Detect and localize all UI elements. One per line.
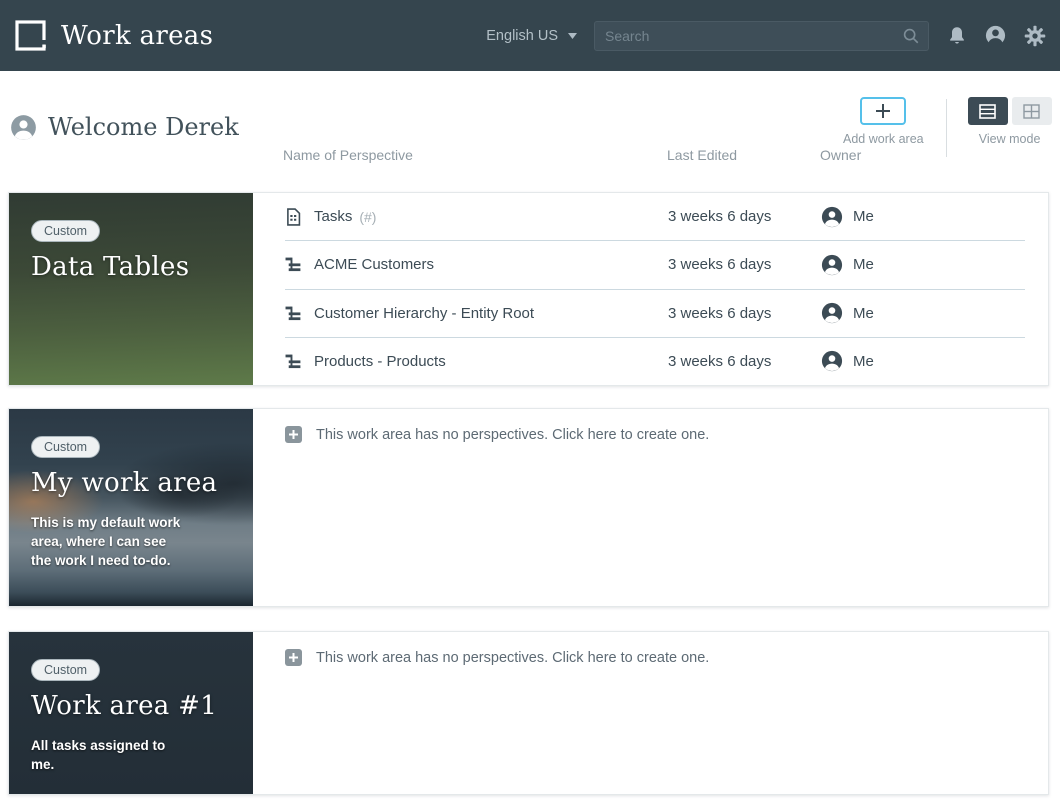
hierarchy-icon [285, 305, 302, 322]
welcome-heading: Welcome Derek [10, 113, 239, 141]
owner-avatar-icon [821, 206, 843, 228]
list-view-icon [979, 104, 996, 119]
column-header-last-edited: Last Edited [667, 147, 737, 163]
perspective-last-edited: 3 weeks 6 days [668, 305, 821, 322]
view-mode-list-button[interactable] [968, 97, 1008, 125]
hierarchy-icon [285, 256, 302, 273]
hierarchy-icon [285, 353, 302, 370]
settings-gear-icon[interactable] [1024, 25, 1046, 47]
perspective-name: Tasks [314, 208, 352, 225]
create-perspective-row[interactable]: This work area has no perspectives. Clic… [285, 649, 709, 666]
empty-message: This work area has no perspectives. Clic… [316, 427, 709, 443]
app-header: Work areas English US [0, 0, 1060, 71]
perspective-row-products[interactable]: Products - Products 3 weeks 6 days Me [285, 337, 1025, 385]
perspective-row-acme-customers[interactable]: ACME Customers 3 weeks 6 days Me [285, 240, 1025, 288]
work-area-title: Work area #1 [31, 691, 233, 721]
toolbar: Add work area View mode [843, 97, 1052, 157]
search-input[interactable] [595, 28, 902, 44]
search-icon [902, 27, 920, 45]
owner-avatar-icon [821, 254, 843, 276]
work-area-description: This is my default work area, where I ca… [31, 514, 187, 571]
perspective-owner: Me [853, 208, 874, 225]
plus-icon [285, 426, 302, 443]
work-area-panel: Custom My work area This is my default w… [8, 408, 1049, 607]
perspective-suffix: (#) [359, 209, 376, 225]
perspective-owner: Me [853, 353, 874, 370]
add-work-area-button[interactable] [860, 97, 906, 125]
perspective-name: ACME Customers [314, 256, 434, 273]
notifications-bell-icon[interactable] [947, 25, 967, 47]
perspective-rows: This work area has no perspectives. Clic… [253, 632, 1048, 794]
view-mode-label: View mode [979, 132, 1041, 146]
perspective-owner: Me [853, 305, 874, 322]
perspective-name: Products - Products [314, 353, 446, 370]
user-avatar-icon [10, 114, 37, 141]
add-work-area-label: Add work area [843, 132, 924, 146]
work-area-title: My work area [31, 468, 233, 498]
owner-avatar-icon [821, 302, 843, 324]
grid-view-icon [1023, 104, 1040, 119]
work-area-panel: Custom Work area #1 All tasks assigned t… [8, 631, 1049, 795]
plus-icon [874, 102, 892, 120]
empty-message: This work area has no perspectives. Clic… [316, 650, 709, 666]
language-label: English US [486, 28, 558, 44]
perspective-row-customer-hierarchy[interactable]: Customer Hierarchy - Entity Root 3 weeks… [285, 289, 1025, 337]
plus-icon [285, 649, 302, 666]
work-area-card-my-work-area[interactable]: Custom My work area This is my default w… [9, 409, 253, 606]
perspective-row-tasks[interactable]: Tasks (#) 3 weeks 6 days Me [285, 193, 1025, 240]
work-area-title: Data Tables [31, 252, 233, 282]
perspective-owner: Me [853, 256, 874, 273]
search-box [594, 21, 929, 51]
account-icon[interactable] [984, 24, 1007, 47]
language-selector[interactable]: English US [486, 28, 577, 44]
column-header-owner: Owner [820, 147, 861, 163]
owner-avatar-icon [821, 350, 843, 372]
app-logo-icon [14, 19, 48, 53]
custom-badge: Custom [31, 436, 100, 458]
view-mode-grid-button[interactable] [1012, 97, 1052, 125]
work-area-card-work-area-1[interactable]: Custom Work area #1 All tasks assigned t… [9, 632, 253, 794]
perspective-name: Customer Hierarchy - Entity Root [314, 305, 534, 322]
table-document-icon [285, 208, 302, 226]
column-header-name: Name of Perspective [283, 147, 413, 163]
create-perspective-row[interactable]: This work area has no perspectives. Clic… [285, 426, 709, 443]
toolbar-divider [946, 99, 947, 157]
custom-badge: Custom [31, 220, 100, 242]
view-mode-group: View mode [968, 97, 1052, 146]
add-work-area-group: Add work area [843, 97, 924, 146]
welcome-text: Welcome Derek [48, 113, 239, 141]
work-area-panel: Custom Data Tables Tasks (#) 3 weeks 6 d… [8, 192, 1049, 386]
perspective-rows: This work area has no perspectives. Clic… [253, 409, 1048, 606]
chevron-down-icon [568, 33, 577, 39]
work-area-description: All tasks assigned to me. [31, 737, 187, 775]
work-area-card-data-tables[interactable]: Custom Data Tables [9, 193, 253, 385]
custom-badge: Custom [31, 659, 100, 681]
page-title: Work areas [61, 21, 213, 51]
perspective-last-edited: 3 weeks 6 days [668, 256, 821, 273]
perspective-rows: Tasks (#) 3 weeks 6 days Me [253, 193, 1048, 385]
work-area-list: Custom Data Tables Tasks (#) 3 weeks 6 d… [8, 192, 1049, 795]
perspective-last-edited: 3 weeks 6 days [668, 353, 821, 370]
perspective-last-edited: 3 weeks 6 days [668, 208, 821, 225]
